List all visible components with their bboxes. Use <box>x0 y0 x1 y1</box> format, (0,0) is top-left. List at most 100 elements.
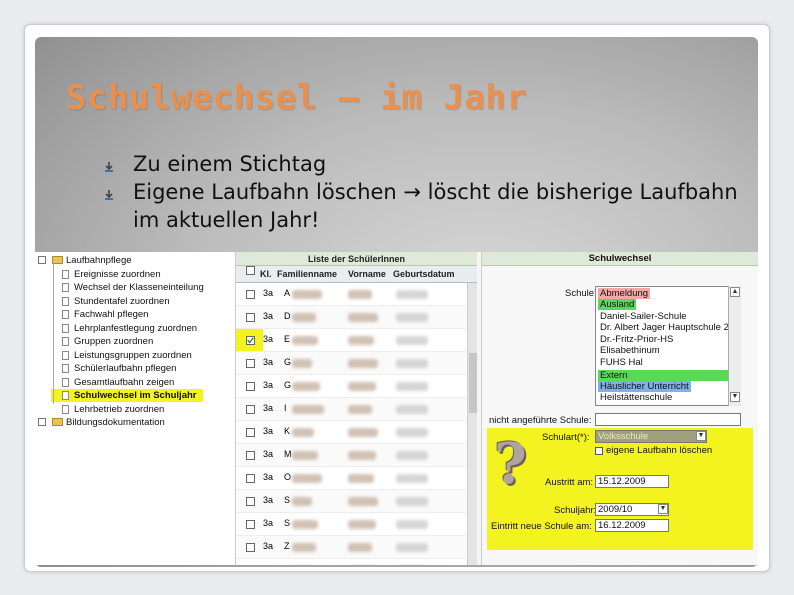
document-icon <box>62 351 69 360</box>
row-checkbox[interactable] <box>246 428 255 437</box>
schule-option[interactable]: Elisabethinum <box>598 345 662 356</box>
row-checkbox[interactable] <box>246 405 255 414</box>
tree-item[interactable]: Gesamtlaufbahn zeigen <box>62 376 174 389</box>
row-checkbox[interactable] <box>246 497 255 506</box>
row-class: 3a <box>263 564 273 565</box>
row-familienname-initial: K <box>284 426 291 436</box>
row-checkbox[interactable] <box>246 290 255 299</box>
table-row[interactable]: 3a G <box>236 352 466 375</box>
student-list-header: Kl. Familienname Vorname Geburtsdatum <box>236 266 477 283</box>
tree-checkbox[interactable] <box>38 418 46 426</box>
blurred-vorname <box>348 336 374 345</box>
table-row[interactable]: 3a B <box>236 559 466 565</box>
document-icon <box>62 405 69 414</box>
tree-item[interactable]: Ereignisse zuordnen <box>62 268 161 281</box>
column-header-geburtsdatum[interactable]: Geburtsdatum <box>393 266 455 283</box>
blurred-geburtsdatum <box>396 336 428 345</box>
eigene-laufbahn-checkbox[interactable] <box>595 447 603 455</box>
row-checkbox[interactable] <box>246 474 255 483</box>
nicht-angefuehrte-schule-input[interactable] <box>595 413 741 426</box>
schule-option-extern[interactable]: Extern <box>598 370 728 381</box>
tree-item[interactable]: Lehrbetrieb zuordnen <box>62 403 164 416</box>
row-checkbox[interactable] <box>246 359 255 368</box>
tree-item[interactable]: Fachwahl pflegen <box>62 308 148 321</box>
question-mark-icon: ? <box>494 431 527 497</box>
tree-item[interactable]: Lehrplanfestlegung zuordnen <box>62 322 197 335</box>
blurred-name <box>292 543 316 552</box>
schule-option[interactable]: Dr.-Fritz-Prior-HS <box>598 334 675 345</box>
blurred-vorname <box>348 313 378 322</box>
chevron-down-icon[interactable]: ▼ <box>696 431 706 441</box>
document-icon <box>62 364 69 373</box>
table-row[interactable]: 3a S <box>236 513 466 536</box>
nicht-angefuehrte-schule-label: nicht angeführte Schule: <box>489 415 592 426</box>
schule-option[interactable]: Daniel-Sailer-Schule <box>598 311 689 322</box>
table-row[interactable]: 3a E <box>236 329 466 352</box>
schule-option[interactable]: FUHS Hal <box>598 357 645 368</box>
schule-scrollbar[interactable]: ▲ ▼ <box>728 286 741 406</box>
schule-option[interactable]: Ausland <box>598 299 637 310</box>
tree-root-bildungsdokumentation[interactable]: Bildungsdokumentation <box>38 416 165 429</box>
table-row[interactable]: 3a M <box>236 444 466 467</box>
blurred-vorname <box>348 359 378 368</box>
row-checkbox[interactable] <box>246 336 255 345</box>
schulart-select[interactable]: Volksschule <box>595 430 707 443</box>
tree-item[interactable]: Gruppen zuordnen <box>62 335 153 348</box>
blurred-geburtsdatum <box>396 428 428 437</box>
column-header-kl[interactable]: Kl. <box>260 266 272 283</box>
blurred-vorname <box>348 451 376 460</box>
schuljahr-label: Schuljahr: <box>554 505 597 516</box>
schule-option[interactable]: Heilstättenschule <box>598 392 674 403</box>
folder-icon <box>52 418 63 426</box>
row-checkbox[interactable] <box>246 313 255 322</box>
row-class: 3a <box>263 426 274 436</box>
scroll-up-icon[interactable]: ▲ <box>730 287 740 297</box>
blurred-name <box>292 428 314 437</box>
tree-item[interactable]: Wechsel der Klasseneinteilung <box>62 281 204 294</box>
row-familienname-initial: M <box>284 449 292 459</box>
chevron-down-icon[interactable]: ▼ <box>658 504 668 514</box>
tree-item[interactable]: Stundentafel zuordnen <box>62 295 170 308</box>
scroll-down-icon[interactable]: ▼ <box>730 392 740 402</box>
column-header-vorname[interactable]: Vorname <box>348 266 386 283</box>
table-row[interactable]: 3a Z <box>236 536 466 559</box>
table-row[interactable]: 3a S <box>236 490 466 513</box>
row-class: 3a <box>263 472 274 482</box>
table-row[interactable]: 3a K <box>236 421 466 444</box>
tree-root-laufbahnpflege[interactable]: Laufbahnpflege <box>38 254 132 267</box>
schule-listbox[interactable]: Abmeldung Ausland Daniel-Sailer-Schule D… <box>595 286 741 406</box>
tree-checkbox[interactable] <box>38 256 46 264</box>
austritt-input[interactable]: 15.12.2009 <box>595 475 669 488</box>
scrollbar-thumb[interactable] <box>469 353 477 413</box>
schule-option[interactable]: Dr. Albert Jager Hauptschule 2 <box>598 322 731 333</box>
schule-option[interactable]: Häuslicher Unterricht <box>598 381 691 392</box>
schule-option[interactable]: Abmeldung <box>598 288 651 299</box>
column-header-familienname[interactable]: Familienname <box>277 266 337 283</box>
document-icon <box>62 324 69 333</box>
schule-label: Schule: <box>565 288 597 299</box>
embedded-screenshot: Laufbahnpflege Ereignisse zuordnen Wechs… <box>35 252 758 565</box>
list-scrollbar[interactable] <box>467 283 477 565</box>
tree-connector <box>53 264 54 404</box>
row-checkbox[interactable] <box>246 543 255 552</box>
table-row[interactable]: 3a G <box>236 375 466 398</box>
blurred-geburtsdatum <box>396 474 428 483</box>
eintritt-input[interactable]: 16.12.2009 <box>595 519 669 532</box>
row-checkbox[interactable] <box>246 520 255 529</box>
bullet-item: Eigene Laufbahn löschen → löscht die bis… <box>100 178 740 234</box>
tree-item[interactable]: Leistungsgruppen zuordnen <box>62 349 192 362</box>
row-familienname-initial: Z <box>284 541 290 551</box>
row-class: 3a <box>263 518 274 528</box>
bullet-list: Zu einem Stichtag Eigene Laufbahn lösche… <box>100 150 740 234</box>
row-checkbox[interactable] <box>246 382 255 391</box>
tree-item-schulwechsel[interactable]: Schulwechsel im Schuljahr <box>62 389 196 402</box>
tree-item[interactable]: Schülerlaufbahn pflegen <box>62 362 176 375</box>
table-row[interactable]: 3a O <box>236 467 466 490</box>
row-familienname-initial: B <box>284 564 290 565</box>
row-checkbox[interactable] <box>246 451 255 460</box>
blurred-name <box>292 520 318 529</box>
blurred-name <box>292 313 316 322</box>
table-row[interactable]: 3a A <box>236 283 466 306</box>
table-row[interactable]: 3a D <box>236 306 466 329</box>
table-row[interactable]: 3a I <box>236 398 466 421</box>
